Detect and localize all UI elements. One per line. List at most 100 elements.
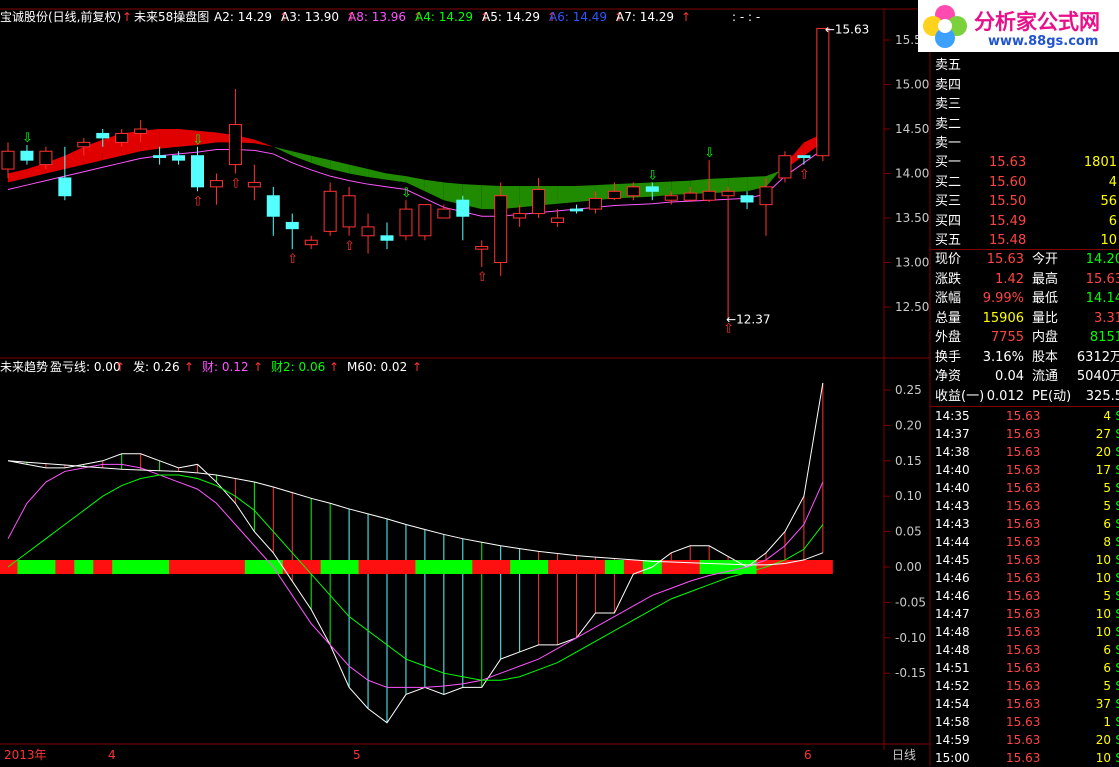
stat-label: 最低 (1032, 291, 1059, 306)
candle (20, 150, 34, 161)
stat-label: 今开 (1032, 252, 1059, 267)
candle (513, 213, 527, 219)
trade-time: 14:47 (935, 607, 970, 621)
candle (645, 186, 659, 192)
header-value: 财2: 0.06 (271, 360, 325, 374)
zero-segment (434, 560, 454, 574)
zero-segment (225, 560, 246, 574)
trade-side: S (1115, 407, 1119, 425)
stock-title: 宝诚股份(日线,前复权) (0, 9, 121, 24)
candle (551, 217, 565, 223)
y-tick-label: 13.50 (895, 211, 929, 225)
stat-label: 外盘 (935, 330, 962, 345)
trade-side: S (1115, 677, 1119, 695)
trade-time: 14:43 (935, 517, 970, 531)
stat-value: 325.5 (1085, 388, 1119, 404)
trade-row: 14:59 15.63 20 S (934, 731, 1119, 749)
candle (209, 180, 223, 188)
trend-band (159, 129, 179, 149)
stat-label: 收益(一) (935, 388, 985, 404)
order-row: 卖三 (934, 95, 1119, 114)
bid-volume: 1801 (1083, 155, 1117, 170)
zero-segment (472, 560, 492, 574)
y-tick-label: 14.50 (895, 122, 929, 136)
zero-segment (339, 560, 360, 574)
stat-label: 涨幅 (935, 291, 962, 306)
trade-side: S (1115, 515, 1119, 533)
logo-url[interactable]: www.88gs.com (988, 34, 1098, 49)
ask-label: 卖四 (935, 77, 962, 93)
trade-volume: 5 (1103, 499, 1111, 513)
trade-time: 14:51 (935, 661, 970, 675)
zero-segment (604, 560, 625, 574)
x-tick-label: 2013年 (4, 748, 47, 762)
trade-row: 14:45 15.63 10 S (934, 551, 1119, 569)
x-tick-label: 5 (353, 748, 361, 762)
order-row: 买一 15.63 1801 (934, 153, 1119, 172)
zero-segment (396, 560, 416, 574)
stat-row: 涨跌 1.42 最高 15.63 (934, 270, 1119, 289)
trade-volume: 37 (1095, 697, 1111, 711)
trade-side: S (1115, 659, 1119, 677)
candle (740, 195, 754, 203)
period-label: 日线 (892, 748, 916, 762)
trade-row: 14:51 15.63 6S (934, 659, 1119, 677)
y-tick-label: 0.20 (895, 418, 922, 432)
bid-price: 15.60 (989, 174, 1027, 190)
candle (626, 186, 640, 197)
indicator-title: 未来趋势 (0, 360, 48, 374)
trade-volume: 5 (1103, 679, 1111, 693)
trade-time: 14:46 (935, 571, 970, 585)
stat-label: 净资 (935, 369, 962, 384)
order-row: 买二 15.60 4 (934, 173, 1119, 192)
header-value: 盈亏线: 0.00 (50, 360, 121, 374)
trade-volume: 27 (1095, 427, 1111, 441)
bid-price: 15.50 (989, 194, 1027, 209)
arrow-up-icon: ⇧ (230, 177, 241, 192)
chart-window: 宝诚股份(日线,前复权) ↑ 未来58操盘图 A2: 14.29 ↑ A3: 13.90 ↑… (0, 0, 1119, 766)
trade-price: 15.63 (1006, 535, 1041, 549)
zero-segment (794, 560, 814, 574)
arrow-down-icon: ⇩ (401, 186, 412, 201)
header-value: A7: 14.29 (616, 10, 674, 24)
order-row: 卖二 (934, 115, 1119, 134)
arrow-up-icon: ⇧ (799, 168, 810, 183)
bid-volume: 56 (1100, 194, 1117, 209)
trade-side: S (1115, 731, 1119, 749)
trade-side: S (1115, 641, 1119, 659)
bid-volume: 6 (1108, 213, 1117, 229)
trade-side: S (1115, 713, 1119, 731)
trade-time: 14:46 (935, 589, 970, 603)
header-value: 财: 0.12 (202, 360, 249, 374)
trade-price: 15.63 (1006, 571, 1041, 585)
stat-row: 总量 15906 量比 3.31 (934, 309, 1119, 328)
zero-segment (169, 560, 189, 574)
y-tick-label: -0.10 (895, 631, 926, 645)
candle (380, 235, 394, 241)
trend-band (557, 185, 577, 204)
trade-price: 15.63 (1006, 679, 1041, 693)
trade-time: 14:44 (935, 535, 970, 549)
stat-label: 涨跌 (935, 271, 962, 287)
arrow-down-icon: ⇩ (22, 131, 33, 146)
trade-price: 15.63 (1006, 643, 1041, 657)
candle (172, 155, 186, 161)
trade-row: 14:35 15.63 4S (934, 407, 1119, 425)
stat-label: 总量 (935, 310, 962, 326)
trade-side: S (1115, 587, 1119, 605)
arrow-up-icon: ↑ (115, 360, 125, 374)
trade-price: 15.63 (1006, 589, 1041, 603)
trade-price: 15.63 (1006, 553, 1041, 567)
stat-value: 14.20 (1085, 252, 1119, 267)
stat-value: 0.012 (986, 388, 1024, 404)
trade-side: S (1115, 461, 1119, 479)
trade-row: 14:58 15.63 1S (934, 713, 1119, 731)
high-annotation: ←15.63 (825, 22, 869, 36)
trade-volume: 10 (1095, 553, 1111, 567)
trade-side: S (1115, 497, 1119, 515)
candle (456, 199, 470, 217)
trade-price: 15.63 (1006, 733, 1041, 747)
zero-segment (585, 560, 606, 574)
y-tick-label: 0.00 (895, 560, 922, 574)
trade-time: 14:45 (935, 553, 970, 567)
